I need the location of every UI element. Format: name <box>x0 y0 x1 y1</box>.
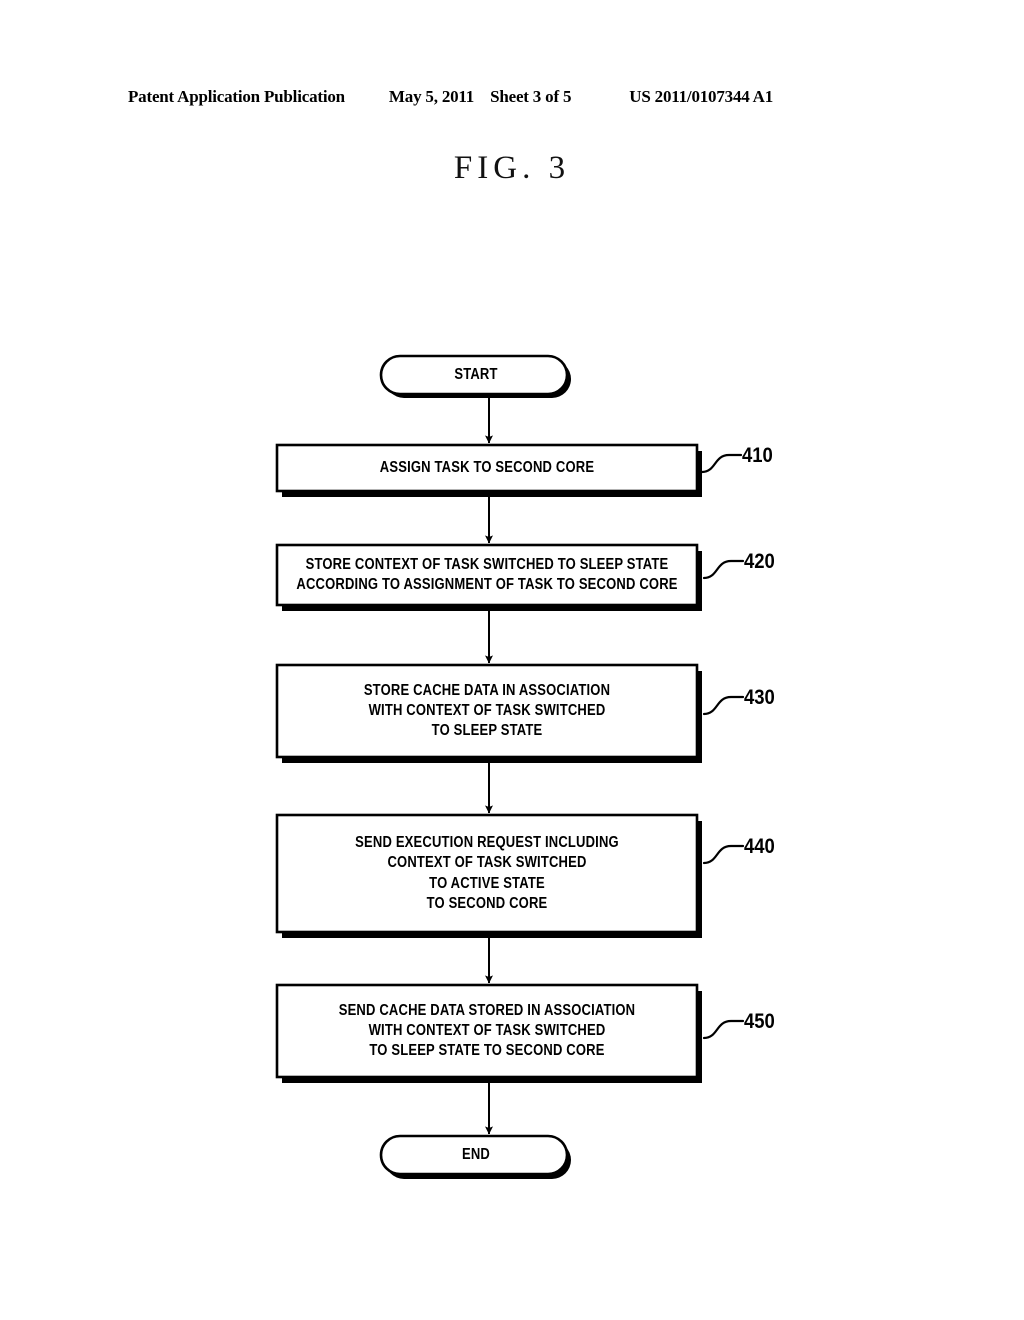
flow-node-450 <box>275 983 699 1079</box>
flow-node-410 <box>275 443 699 493</box>
leader-410 <box>700 453 743 474</box>
reference-leader-lines <box>700 453 745 1040</box>
reference-numeral-420: 420 <box>744 550 775 573</box>
flow-node-440 <box>275 813 699 934</box>
flowchart-diagram <box>275 354 745 1179</box>
reference-numeral-410: 410 <box>742 444 773 467</box>
leader-420 <box>702 559 745 580</box>
reference-numeral-430: 430 <box>744 686 775 709</box>
leader-430 <box>702 695 745 716</box>
flow-node-end <box>379 1134 569 1176</box>
reference-numeral-450: 450 <box>744 1010 775 1033</box>
leader-450 <box>702 1019 745 1040</box>
flow-node-420 <box>275 543 699 607</box>
reference-numeral-440: 440 <box>744 835 775 858</box>
flow-node-start <box>379 354 569 396</box>
leader-440 <box>702 844 745 865</box>
flow-node-430 <box>275 663 699 759</box>
